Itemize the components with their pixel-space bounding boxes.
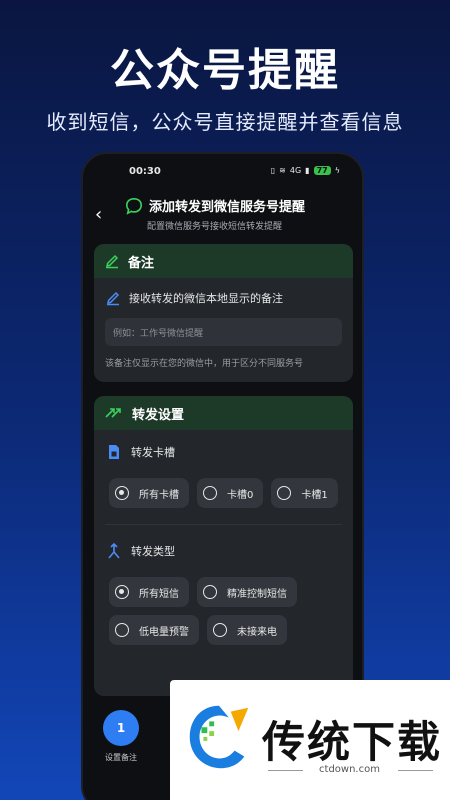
type-options: 所有短信 精准控制短信 低电量预警 未接来电 bbox=[105, 577, 342, 645]
sim-option-slot1[interactable]: 卡槽1 bbox=[271, 478, 338, 508]
step-number: 1 bbox=[103, 710, 139, 746]
step-1[interactable]: 1 设置备注 bbox=[101, 710, 141, 763]
title-bar: ‹ 添加转发到微信服务号提醒 配置微信服务号接收短信转发提醒 bbox=[83, 194, 362, 234]
remark-field-label-row: 接收转发的微信本地显示的备注 bbox=[105, 290, 342, 306]
charging-icon: ϟ bbox=[334, 166, 340, 175]
signal-icon: ▮ bbox=[305, 166, 310, 175]
radio-empty-icon bbox=[213, 623, 227, 637]
type-option-label: 未接来电 bbox=[237, 626, 277, 638]
forward-card-title: 转发设置 bbox=[132, 407, 185, 423]
sim-options: 所有卡槽 卡槽0 卡槽1 bbox=[105, 478, 342, 508]
step-label: 设置备注 bbox=[105, 753, 137, 762]
remark-hint: 该备注仅显示在您的微信中，用于区分不同服务号 bbox=[105, 359, 304, 369]
forward-arrows-icon bbox=[105, 408, 121, 418]
remark-input[interactable]: 例如：工作号微信提醒 bbox=[105, 318, 342, 346]
type-option-missed-call[interactable]: 未接来电 bbox=[207, 615, 287, 645]
vibrate-icon: ▯ bbox=[270, 166, 276, 175]
forward-card-body: 转发卡槽 所有卡槽 卡槽0 卡槽1 转发类型 所有短信 精准控制短信 低电量预警… bbox=[94, 430, 353, 655]
page-subtitle: 配置微信服务号接收短信转发提醒 bbox=[147, 222, 283, 232]
brand-logo-icon bbox=[189, 705, 249, 769]
radio-empty-icon bbox=[277, 486, 292, 500]
hero-subtitle: 收到短信，公众号直接提醒并查看信息 bbox=[46, 110, 404, 134]
chat-bubble-icon bbox=[125, 197, 143, 215]
sim-section-title-row: 转发卡槽 bbox=[105, 440, 342, 464]
remark-field-label: 接收转发的微信本地显示的备注 bbox=[129, 292, 283, 305]
hero-title: 公众号提醒 bbox=[110, 45, 340, 96]
radio-empty-icon bbox=[203, 486, 217, 500]
sim-option-all[interactable]: 所有卡槽 bbox=[109, 478, 189, 508]
network-label: 4G bbox=[289, 166, 302, 175]
section-divider bbox=[105, 524, 342, 525]
back-arrow-icon[interactable]: ‹ bbox=[95, 204, 102, 225]
sim-option-label: 卡槽0 bbox=[227, 489, 254, 501]
type-option-low-battery[interactable]: 低电量预警 bbox=[109, 615, 199, 645]
merge-arrow-icon bbox=[108, 543, 120, 559]
status-icons: ▯ ≋ 4G ▮ 77 ϟ bbox=[271, 166, 340, 175]
type-section-title-row: 转发类型 bbox=[105, 539, 342, 563]
forward-card-header: 转发设置 bbox=[94, 396, 353, 430]
watermark-brand: 传统下载 bbox=[262, 718, 442, 768]
remark-input-placeholder: 例如：工作号微信提醒 bbox=[113, 328, 204, 339]
remark-card-body: 接收转发的微信本地显示的备注 例如：工作号微信提醒 该备注仅显示在您的微信中，用… bbox=[94, 278, 353, 379]
sim-option-slot0[interactable]: 卡槽0 bbox=[197, 478, 264, 508]
forward-settings-card: 转发设置 转发卡槽 所有卡槽 卡槽0 卡槽1 转发类型 所有短信 精准控制短信 … bbox=[94, 396, 353, 696]
edit-icon bbox=[106, 291, 120, 306]
radio-empty-icon bbox=[115, 623, 129, 637]
type-option-label: 所有短信 bbox=[139, 588, 179, 600]
sim-section-title: 转发卡槽 bbox=[131, 446, 175, 459]
remark-card: 备注 接收转发的微信本地显示的备注 例如：工作号微信提醒 该备注仅显示在您的微信… bbox=[94, 244, 353, 382]
remark-card-title: 备注 bbox=[128, 255, 155, 271]
type-option-precise[interactable]: 精准控制短信 bbox=[197, 577, 297, 607]
page-title: 添加转发到微信服务号提醒 bbox=[149, 200, 306, 215]
radio-empty-icon bbox=[203, 585, 217, 599]
sim-option-label: 所有卡槽 bbox=[139, 489, 179, 501]
status-time: 00:30 bbox=[129, 166, 161, 177]
radio-selected-icon bbox=[115, 486, 129, 500]
sim-option-label: 卡槽1 bbox=[301, 489, 328, 501]
sim-card-icon bbox=[109, 445, 119, 459]
type-option-label: 精准控制短信 bbox=[227, 588, 287, 600]
radio-selected-icon bbox=[115, 585, 129, 599]
status-bar: 00:30 ▯ ≋ 4G ▮ 77 ϟ bbox=[83, 166, 362, 180]
type-option-label: 低电量预警 bbox=[139, 626, 189, 638]
watermark-line-right bbox=[398, 770, 433, 771]
battery-level: 77 bbox=[313, 166, 331, 175]
type-option-all-sms[interactable]: 所有短信 bbox=[109, 577, 189, 607]
title-wrap: 添加转发到微信服务号提醒 配置微信服务号接收短信转发提醒 bbox=[125, 196, 350, 232]
remark-card-header: 备注 bbox=[94, 244, 353, 278]
type-section-title: 转发类型 bbox=[131, 545, 175, 558]
pencil-icon bbox=[105, 254, 119, 269]
wifi-icon: ≋ bbox=[279, 166, 286, 175]
title-row: 添加转发到微信服务号提醒 bbox=[125, 196, 350, 215]
watermark-overlay: 传统下载 ctdown.com bbox=[170, 680, 450, 800]
